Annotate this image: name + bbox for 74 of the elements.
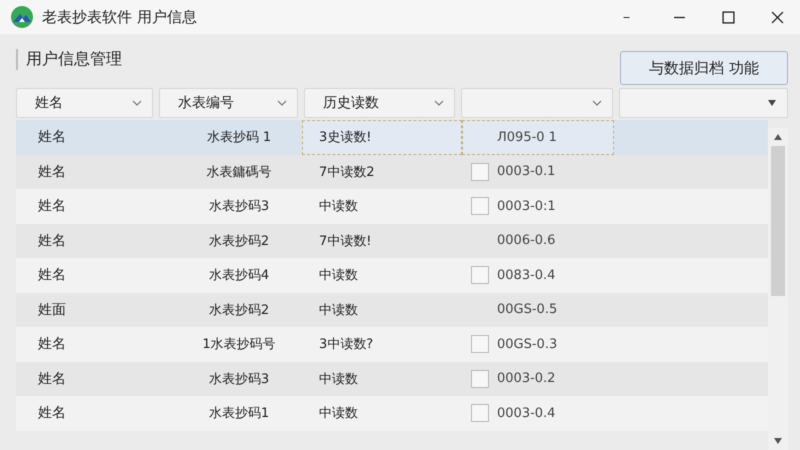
scroll-down-icon[interactable]: [773, 438, 783, 444]
maximize-icon[interactable]: [722, 10, 735, 24]
scroll-up-icon[interactable]: [773, 134, 783, 140]
table-cell-text: 7中读数2: [318, 164, 376, 182]
table-cell-text: 水表抄码2: [208, 302, 270, 319]
table-cell-text: 姓名: [37, 266, 67, 284]
table-cell-text: 中读数: [318, 267, 359, 286]
table-cell-text: 中读数: [318, 405, 359, 424]
table-cell-text: 姓名: [37, 404, 67, 422]
checkbox[interactable]: [471, 266, 489, 284]
table-cell: 0003-0.4: [497, 406, 556, 421]
table-cell-text: 水表抄码4: [208, 267, 270, 284]
checkbox[interactable]: [471, 404, 489, 422]
table-cell-text: 姓名: [37, 335, 67, 354]
window-title: 老表抄表软件 用户信息: [42, 8, 197, 26]
table-cell-text: 姓名: [37, 128, 67, 146]
table-cell: 0003-0.2: [497, 371, 556, 386]
table-cell-text: 水表抄码3: [208, 198, 270, 216]
table-cell-text: 1水表抄码号: [201, 336, 277, 354]
table-row[interactable]: 姓名 水表抄码3 中读数 0003-0.2: [16, 362, 768, 396]
checkbox[interactable]: [471, 162, 489, 181]
chevron-down-icon: [132, 100, 142, 106]
table-row[interactable]: 姓名 水表抄码2 7中读数! 0006-0.6: [16, 224, 768, 258]
table-cell-text: 水表抄码2: [208, 232, 270, 250]
column-dropdown[interactable]: 水表编号: [158, 88, 298, 118]
table-cell-text: 中读数: [318, 198, 359, 216]
table-row[interactable]: 姓名 水表鏞碼号 7中读数2 0003-0.1: [16, 154, 768, 189]
table-cell-text: 水表抄码3: [208, 370, 270, 388]
column-dropdown[interactable]: [460, 88, 614, 118]
chevron-down-icon: [434, 100, 444, 106]
chevron-down-icon: [766, 100, 777, 106]
table-row[interactable]: 姓名 1水表抄码号 3中读数? 00GS-0.3: [16, 327, 768, 362]
table-cell-text: 中读数: [318, 302, 359, 320]
table-cell-text: 3中读数?: [318, 336, 374, 354]
table-cell-text: 水表抄码1: [208, 405, 270, 422]
table-cell: 0003-0:1: [497, 198, 556, 214]
table-cell-text: 中读数: [318, 370, 359, 389]
table-row[interactable]: 姓名 水表抄码1 中读数 0003-0.4: [16, 396, 768, 430]
table-cell-text: 姓名: [37, 197, 67, 216]
scrollbar[interactable]: [768, 128, 788, 450]
close-icon[interactable]: [771, 10, 784, 24]
table-cell-text: 水表抄码 1: [206, 129, 272, 146]
table-cell-text: 姓面: [37, 300, 67, 319]
checkbox[interactable]: [471, 197, 489, 216]
archive-button[interactable]: 与数据归档 功能: [620, 51, 788, 85]
table-cell-text: 7中读数!: [318, 232, 372, 251]
table-cell-text: 水表鏞碼号: [206, 164, 272, 181]
column-dropdown[interactable]: 姓名: [16, 88, 153, 118]
mountain-logo-icon: [10, 5, 34, 29]
table-row[interactable]: 姓名 水表抄码 1 3史读数! Л095-0 1: [16, 120, 768, 154]
chevron-down-icon: [276, 100, 287, 106]
column-label: 姓名: [35, 94, 63, 112]
table-cell-text: 姓名: [37, 162, 67, 181]
checkbox[interactable]: [471, 335, 489, 354]
checkbox[interactable]: [471, 370, 489, 388]
scrollbar-thumb[interactable]: [771, 146, 785, 296]
table-cell: Л095-0 1: [497, 130, 557, 145]
table-cell-text: 姓名: [37, 370, 67, 388]
column-dropdown[interactable]: 历史读数: [304, 88, 455, 118]
column-label: 水表编号: [178, 94, 234, 112]
table-cell: 3史读数!: [302, 120, 462, 154]
table-cell-text: 姓名: [37, 232, 67, 250]
column-label: 历史读数: [322, 94, 379, 112]
table-row[interactable]: 姓名 水表抄码3 中读数 0003-0:1: [16, 189, 768, 224]
table-cell: 0083-0.4: [497, 268, 556, 283]
section-heading: 用户信息管理: [16, 48, 122, 70]
table-cell: 00GS-0.3: [497, 336, 558, 352]
table-row[interactable]: 姓名 水表抄码4 中读数 0083-0.4: [16, 258, 768, 292]
chevron-down-icon: [592, 100, 602, 106]
column-dropdown[interactable]: [619, 88, 788, 118]
table-row[interactable]: 姓面 水表抄码2 中读数 00GS-0.5: [16, 292, 768, 327]
table-cell: 0003-0.1: [497, 164, 556, 180]
table-cell: 0006-0.6: [497, 233, 556, 248]
table-cell: 00GS-0.5: [497, 302, 558, 318]
